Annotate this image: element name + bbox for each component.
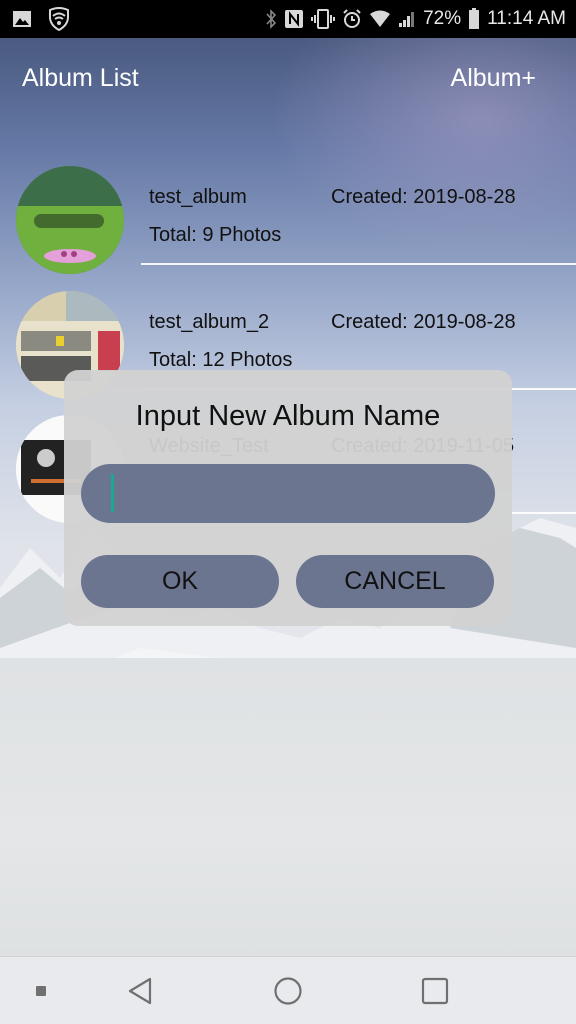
dot-icon [36,986,46,996]
bluetooth-icon [265,9,277,29]
clock: 11:14 AM [487,8,566,29]
album-name-input[interactable] [81,464,495,523]
home-icon [274,977,302,1005]
alarm-icon [342,9,362,29]
nav-menu-button[interactable] [26,957,56,1024]
battery-icon [468,8,480,30]
nfc-icon [284,9,304,29]
cancel-button[interactable]: CANCEL [296,555,494,608]
dialog-title: Input New Album Name [135,400,441,432]
shield-wifi-icon [48,7,70,31]
status-bar: 72% 11:14 AM [0,0,576,38]
dialog-overlay: Input New Album Name OK CANCEL [0,38,576,956]
text-caret [111,474,114,512]
ok-button[interactable]: OK [81,555,279,608]
signal-icon [398,10,416,28]
nav-home-button[interactable] [263,957,313,1024]
new-album-dialog: Input New Album Name OK CANCEL [64,370,512,626]
back-icon [128,977,152,1005]
wifi-icon [369,10,391,28]
nav-recents-button[interactable] [410,957,460,1024]
battery-percent: 72% [423,8,462,29]
album-list-screen: Album List Album+ test_album Created: 20… [0,38,576,956]
gallery-icon [12,10,32,28]
navigation-bar [0,956,576,1024]
vibrate-icon [311,9,336,29]
recents-icon [421,977,449,1005]
nav-back-button[interactable] [115,957,165,1024]
